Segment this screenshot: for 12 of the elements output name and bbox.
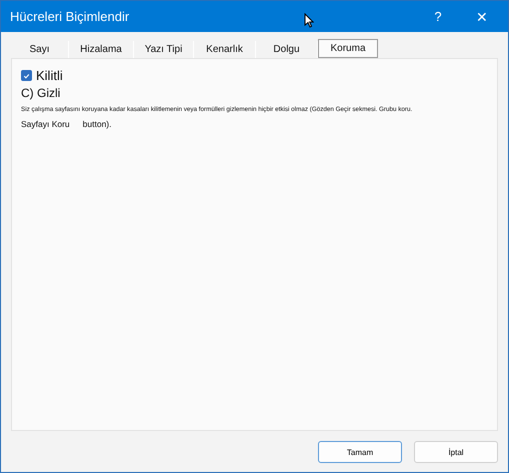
checkbox[interactable] [21, 70, 32, 81]
description-text: button). [82, 119, 112, 129]
ok-button[interactable]: Tamam [318, 441, 402, 463]
tab[interactable]: Koruma [318, 39, 378, 58]
cancel-button[interactable]: İptal [414, 441, 498, 463]
mouse-pointer-icon [304, 13, 314, 28]
description-text: Sayfayı Koru [21, 119, 70, 129]
help-button[interactable]: ? [416, 9, 460, 24]
hidden-label: C) Gizli [21, 86, 60, 100]
checkbox-label: Kilitli [36, 68, 63, 83]
window-title: Hücreleri Biçimlendir [10, 9, 130, 24]
close-button[interactable]: ✕ [460, 8, 504, 24]
